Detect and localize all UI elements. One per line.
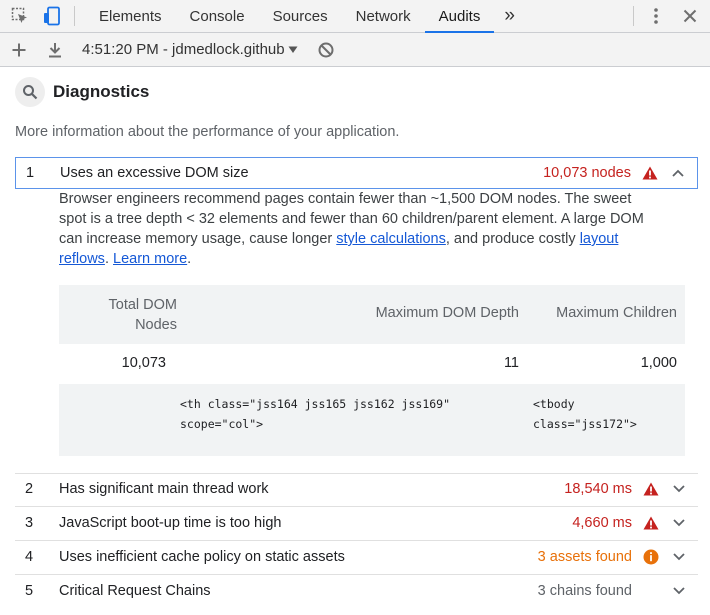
toolbar-divider bbox=[633, 6, 634, 26]
audit-row-main-thread[interactable]: 2 Has significant main thread work 18,54… bbox=[15, 473, 698, 505]
audit-title: Uses an excessive DOM size bbox=[60, 165, 249, 181]
audit-value: 18,540 ms bbox=[564, 481, 632, 497]
chevron-down-icon[interactable] bbox=[670, 480, 688, 498]
max-depth-snippet: <th class="jss164 jss165 jss162 jss169" … bbox=[180, 397, 451, 431]
report-selector[interactable]: 4:51:20 PM - jdmedlock.github.io bbox=[82, 41, 298, 58]
audit-number: 2 bbox=[25, 481, 34, 497]
info-circle-icon bbox=[642, 548, 660, 566]
max-children-snippet: <tbody class="jss172"> bbox=[533, 397, 637, 431]
table-code-row: <th class="jss164 jss165 jss162 jss169" … bbox=[59, 384, 685, 456]
audit-row-cache-policy[interactable]: 4 Uses inefficient cache policy on stati… bbox=[15, 541, 698, 573]
audit-row-bootup-time[interactable]: 3 JavaScript boot-up time is too high 4,… bbox=[15, 507, 698, 539]
audit-value: 4,660 ms bbox=[572, 515, 632, 531]
max-depth-value: 11 bbox=[503, 355, 519, 371]
tab-audits[interactable]: Audits bbox=[424, 0, 495, 33]
warning-triangle-icon bbox=[642, 480, 660, 498]
report-selector-label: 4:51:20 PM - jdmedlock.github.io bbox=[82, 41, 286, 58]
chevron-down-icon[interactable] bbox=[670, 582, 688, 600]
audits-toolbar: 4:51:20 PM - jdmedlock.github.io bbox=[0, 33, 710, 67]
tab-network[interactable]: Network bbox=[342, 0, 425, 33]
style-calculations-link[interactable]: style calculations bbox=[336, 231, 446, 247]
total-nodes-value: 10,073 bbox=[121, 355, 166, 371]
section-description: More information about the performance o… bbox=[15, 124, 400, 140]
tab-console[interactable]: Console bbox=[176, 0, 259, 33]
download-icon[interactable] bbox=[44, 39, 66, 61]
col-header-total-nodes: Total DOM Nodes bbox=[108, 297, 178, 333]
warning-triangle-icon bbox=[642, 514, 660, 532]
learn-more-link[interactable]: Learn more bbox=[113, 251, 187, 267]
devtools-tab-bar: Elements Console Sources Network Audits … bbox=[0, 0, 710, 33]
detail-text-segment: , and produce costly bbox=[445, 231, 580, 247]
detail-text-segment: . bbox=[104, 251, 113, 267]
audit-title: JavaScript boot-up time is too high bbox=[59, 515, 282, 531]
tab-elements[interactable]: Elements bbox=[85, 0, 176, 33]
table-header-row: Total DOM Nodes Maximum DOM Depth Maximu… bbox=[59, 285, 685, 344]
inspect-element-icon[interactable] bbox=[8, 4, 32, 28]
section-title: Diagnostics bbox=[53, 82, 150, 101]
audit-row-critical-chains[interactable]: 5 Critical Request Chains 3 chains found bbox=[15, 575, 698, 607]
chevron-up-icon[interactable] bbox=[669, 164, 687, 182]
diagnostics-header: Diagnostics bbox=[15, 77, 149, 107]
detail-text-segment: . bbox=[187, 251, 192, 267]
audit-title: Uses inefficient cache policy on static … bbox=[59, 549, 345, 565]
status-placeholder bbox=[642, 582, 660, 600]
device-toolbar-icon[interactable] bbox=[40, 4, 64, 28]
audit-report: Diagnostics More information about the p… bbox=[0, 67, 710, 615]
audit-title: Has significant main thread work bbox=[59, 481, 269, 497]
dropdown-arrow-icon bbox=[288, 46, 298, 53]
audit-detail-description: Browser engineers recommend pages contai… bbox=[59, 189, 659, 269]
audit-value: 10,073 nodes bbox=[543, 165, 631, 181]
audit-value: 3 chains found bbox=[537, 583, 632, 599]
audit-value: 3 assets found bbox=[537, 549, 632, 565]
col-header-max-children: Maximum Children bbox=[556, 305, 677, 321]
search-icon bbox=[15, 77, 45, 107]
table-row: 10,073 11 1,000 bbox=[59, 344, 685, 384]
dom-size-table: Total DOM Nodes Maximum DOM Depth Maximu… bbox=[59, 285, 685, 456]
chevron-down-icon[interactable] bbox=[670, 548, 688, 566]
plus-icon[interactable] bbox=[8, 39, 30, 61]
clear-block-icon[interactable] bbox=[316, 40, 336, 60]
chevron-down-icon[interactable] bbox=[670, 514, 688, 532]
audit-row-dom-size[interactable]: 1 Uses an excessive DOM size 10,073 node… bbox=[15, 157, 698, 189]
warning-triangle-icon bbox=[641, 164, 659, 182]
audit-number: 5 bbox=[25, 583, 34, 599]
audit-number: 4 bbox=[25, 549, 34, 565]
kebab-menu-icon[interactable] bbox=[644, 4, 668, 28]
audit-number: 1 bbox=[26, 165, 35, 181]
tab-sources[interactable]: Sources bbox=[259, 0, 342, 33]
max-children-value: 1,000 bbox=[640, 355, 677, 371]
col-header-max-depth: Maximum DOM Depth bbox=[375, 305, 519, 321]
audit-title: Critical Request Chains bbox=[59, 583, 211, 599]
close-icon[interactable] bbox=[678, 4, 702, 28]
more-tabs-button[interactable]: » bbox=[494, 0, 525, 33]
toolbar-divider bbox=[74, 6, 75, 26]
audit-number: 3 bbox=[25, 515, 34, 531]
